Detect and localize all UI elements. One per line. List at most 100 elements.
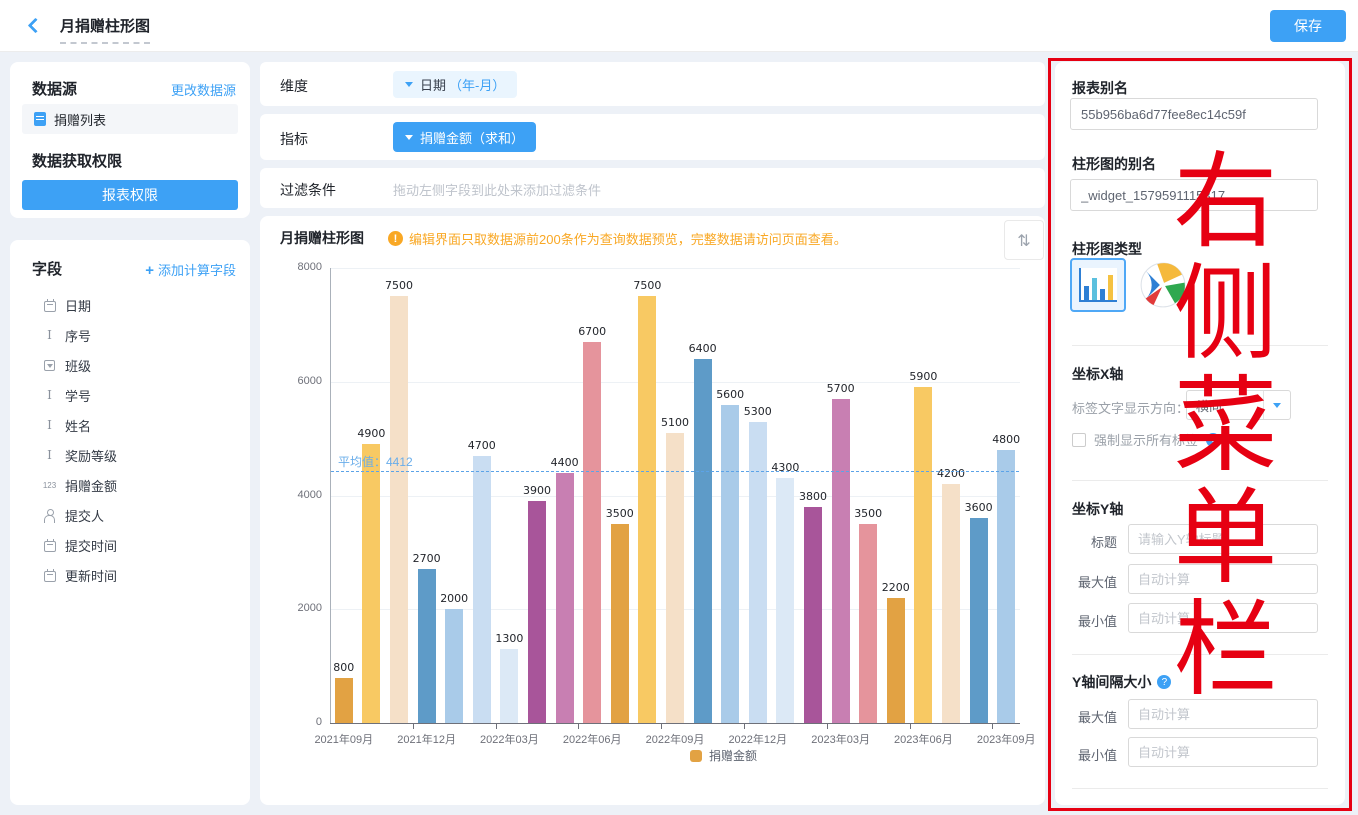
y-axis-title-input[interactable] bbox=[1128, 524, 1318, 554]
y-interval-row-label: 最大值 bbox=[1055, 707, 1117, 726]
field-item-奖励等级[interactable]: I奖励等级 bbox=[10, 440, 250, 470]
bar-2022年05月 bbox=[556, 473, 574, 723]
divider bbox=[1072, 654, 1328, 655]
bar-2023年07月 bbox=[942, 484, 960, 723]
legend-label: 捐赠金额 bbox=[709, 747, 757, 764]
change-datasource-link[interactable]: 更改数据源 bbox=[171, 80, 236, 99]
y-axis-row-label: 最小值 bbox=[1055, 611, 1117, 630]
force-show-labels-label: 强制显示所有标签 bbox=[1094, 430, 1198, 449]
y-axis-max-input[interactable] bbox=[1128, 564, 1318, 594]
bar-2022年02月 bbox=[473, 456, 491, 723]
field-item-学号[interactable]: I 学号 bbox=[10, 380, 250, 410]
filter-row[interactable]: 过滤条件 拖动左侧字段到此处来添加过滤条件 bbox=[260, 168, 1045, 208]
caret-down-icon bbox=[405, 135, 413, 140]
chart-type-label: 柱形图类型 bbox=[1072, 239, 1142, 259]
force-show-labels-checkbox[interactable] bbox=[1072, 433, 1086, 447]
bar-2023年06月 bbox=[914, 387, 932, 723]
document-icon bbox=[34, 112, 46, 126]
data-permission-title: 数据获取权限 bbox=[32, 150, 122, 171]
y-interval-heading-row: Y轴间隔大小 ? bbox=[1072, 672, 1171, 692]
bar-2023年09月 bbox=[997, 450, 1015, 723]
bar-2023年05月 bbox=[887, 598, 905, 723]
bar-2021年10月 bbox=[362, 444, 380, 723]
fields-title: 字段 bbox=[32, 258, 62, 279]
chart-title: 月捐赠柱形图 bbox=[280, 228, 364, 248]
preview-notice: ! 编辑界面只取数据源前200条作为查询数据预览，完整数据请访问页面查看。 bbox=[388, 229, 847, 248]
bar-2023年04月 bbox=[859, 524, 877, 723]
preview-notice-text: 编辑界面只取数据源前200条作为查询数据预览，完整数据请访问页面查看。 bbox=[409, 229, 847, 248]
y-interval-row-label: 最小值 bbox=[1055, 745, 1117, 764]
filter-placeholder: 拖动左侧字段到此处来添加过滤条件 bbox=[393, 180, 601, 199]
metric-tag[interactable]: 捐赠金额（求和） bbox=[393, 122, 536, 152]
divider bbox=[1072, 480, 1328, 481]
datasource-item[interactable]: 捐赠列表 bbox=[22, 104, 238, 134]
filter-label: 过滤条件 bbox=[280, 180, 336, 200]
pie-chart-glyph bbox=[1138, 260, 1188, 310]
save-button[interactable]: 保存 bbox=[1270, 10, 1346, 42]
select-arrow bbox=[1263, 391, 1290, 419]
legend-item[interactable]: 捐赠金额 bbox=[690, 747, 757, 764]
field-item-提交时间[interactable]: 提交时间 bbox=[10, 530, 250, 560]
force-show-labels-row: 强制显示所有标签 ? bbox=[1072, 430, 1220, 449]
field-item-班级[interactable]: 班级 bbox=[10, 350, 250, 380]
text-icon: I bbox=[42, 388, 57, 402]
field-item-姓名[interactable]: I姓名 bbox=[10, 410, 250, 440]
pie-chart-type-icon[interactable] bbox=[1135, 258, 1191, 312]
field-item-捐赠金额[interactable]: 123捐赠金额 bbox=[10, 470, 250, 500]
y-axis-min-input[interactable] bbox=[1128, 603, 1318, 633]
sort-icon[interactable]: ⇅ bbox=[1004, 220, 1044, 260]
plus-icon: + bbox=[145, 262, 154, 279]
report-permission-button[interactable]: 报表权限 bbox=[22, 180, 238, 210]
dimension-tag-suffix: （年-月） bbox=[449, 75, 505, 94]
calendar-icon bbox=[42, 539, 57, 552]
widget-alias-input[interactable] bbox=[1070, 179, 1318, 211]
page-title[interactable]: 月捐赠柱形图 bbox=[60, 15, 150, 44]
report-alias-input[interactable] bbox=[1070, 98, 1318, 130]
bar-chart-type-icon[interactable] bbox=[1070, 258, 1126, 312]
bar-chart-glyph bbox=[1079, 268, 1117, 302]
datasource-item-label: 捐赠列表 bbox=[54, 110, 106, 129]
dimension-row: 维度 日期（年-月） bbox=[260, 62, 1045, 106]
field-item-更新时间[interactable]: 更新时间 bbox=[10, 560, 250, 590]
warning-icon: ! bbox=[388, 231, 403, 246]
help-icon[interactable]: ? bbox=[1157, 675, 1171, 689]
calendar-icon bbox=[42, 299, 57, 312]
bar-2023年01月 bbox=[776, 478, 794, 723]
field-item-label: 提交人 bbox=[65, 506, 104, 525]
bar-2022年08月 bbox=[638, 296, 656, 723]
field-item-label: 序号 bbox=[65, 326, 91, 345]
caret-down-icon bbox=[1273, 403, 1281, 408]
y-interval-min-input[interactable] bbox=[1128, 737, 1318, 767]
metric-row: 指标 捐赠金额（求和） bbox=[260, 114, 1045, 160]
field-item-提交人[interactable]: 提交人 bbox=[10, 500, 250, 530]
person-icon bbox=[42, 509, 57, 521]
dimension-label: 维度 bbox=[280, 76, 308, 96]
top-header: 月捐赠柱形图 保存 bbox=[0, 0, 1358, 52]
back-icon[interactable] bbox=[28, 18, 44, 34]
bar-2022年06月 bbox=[583, 342, 601, 723]
x-label-direction-select[interactable]: 横向 bbox=[1186, 390, 1291, 420]
metric-tag-label: 捐赠金额（求和） bbox=[420, 128, 524, 147]
add-calc-field-link[interactable]: + 添加计算字段 bbox=[145, 260, 236, 279]
add-calc-field-label: 添加计算字段 bbox=[158, 263, 236, 278]
field-item-序号[interactable]: I序号 bbox=[10, 320, 250, 350]
bar-2022年11月 bbox=[721, 405, 739, 724]
metric-label: 指标 bbox=[280, 129, 308, 149]
divider bbox=[1072, 345, 1328, 346]
bar-2022年09月 bbox=[666, 433, 684, 723]
help-icon[interactable]: ? bbox=[1206, 433, 1220, 447]
y-interval-max-input[interactable] bbox=[1128, 699, 1318, 729]
field-item-日期[interactable]: 日期 bbox=[10, 290, 250, 320]
number-icon: 123 bbox=[42, 481, 57, 490]
field-item-label: 奖励等级 bbox=[65, 446, 117, 465]
legend-swatch bbox=[690, 750, 702, 762]
y-axis-title: 坐标Y轴 bbox=[1072, 499, 1123, 519]
calendar-icon bbox=[42, 569, 57, 582]
dimension-tag[interactable]: 日期（年-月） bbox=[393, 71, 517, 98]
field-item-label: 学号 bbox=[65, 386, 91, 405]
bar-2023年03月 bbox=[832, 399, 850, 723]
fields-card: 字段 + 添加计算字段 日期I序号班级 I 学号 I姓名I奖励等级123捐赠金额提交人提… bbox=[10, 240, 250, 805]
field-item-label: 提交时间 bbox=[65, 536, 117, 555]
bar-2021年09月 bbox=[335, 678, 353, 724]
y-axis-row-label: 最大值 bbox=[1055, 572, 1117, 591]
